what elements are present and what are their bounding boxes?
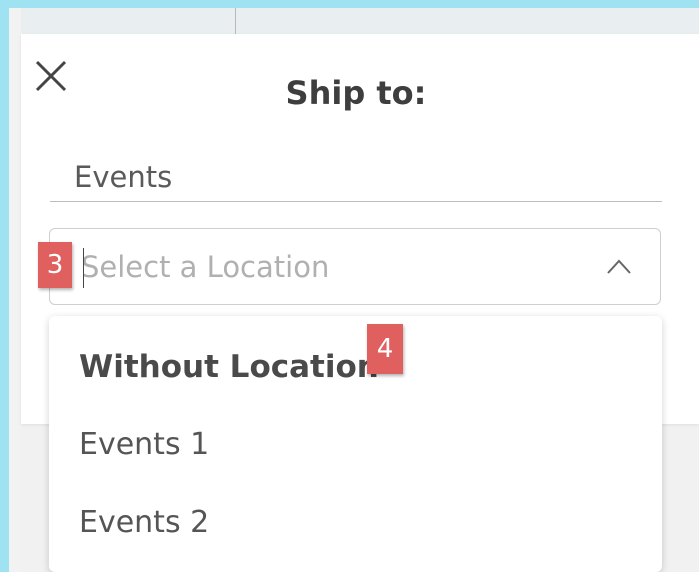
close-icon [35,60,67,92]
option-events-1[interactable]: Events 1 [79,427,209,462]
option-events-2[interactable]: Events 2 [79,505,209,540]
close-button[interactable] [33,58,71,96]
location-search-input[interactable] [79,241,583,293]
chevron-up-icon[interactable] [606,257,632,275]
annotation-badge-4: 4 [367,324,403,374]
option-without-location[interactable]: Without Location [79,349,379,385]
background-sidebar-strip [9,8,21,572]
dialog-title: Ship to: [285,74,427,112]
location-select[interactable] [49,228,661,305]
events-field[interactable] [50,152,662,202]
annotation-badge-3: 3 [38,242,72,288]
location-dropdown-menu: Without Location Events 1 Events 2 [49,316,662,572]
text-cursor [83,248,84,288]
